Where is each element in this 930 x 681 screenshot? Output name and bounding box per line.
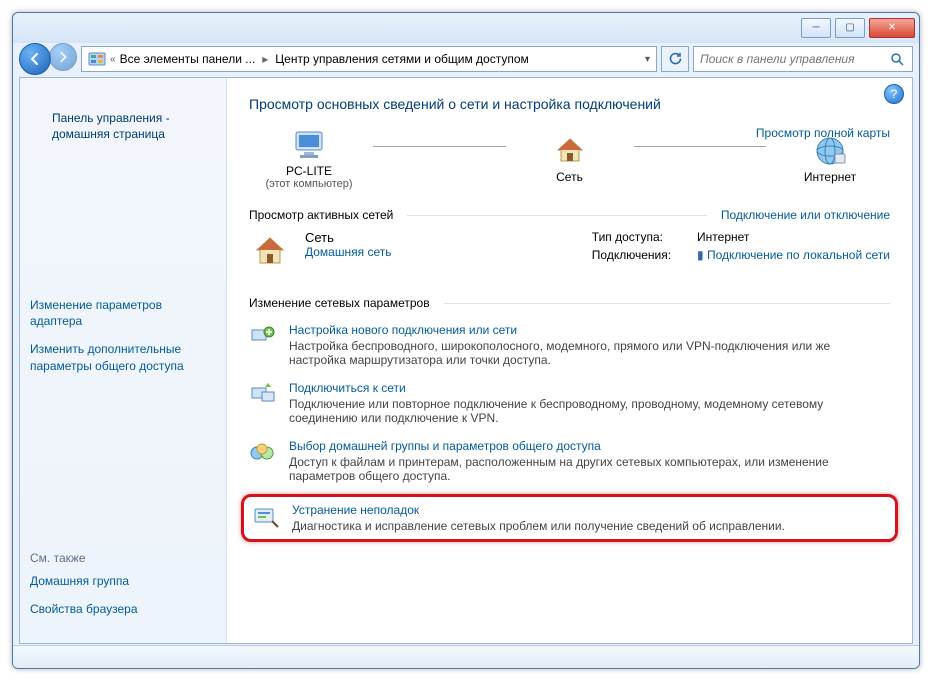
sidebar-seealso-browser[interactable]: Свойства браузера <box>30 601 216 617</box>
titlebar: ─ ▢ ✕ <box>13 13 919 43</box>
access-type-value: Интернет <box>697 230 890 244</box>
task-title[interactable]: Настройка нового подключения или сети <box>289 323 890 337</box>
search-input[interactable] <box>694 52 890 66</box>
task-troubleshoot[interactable]: Устранение неполадок Диагностика и испра… <box>241 494 898 542</box>
troubleshoot-icon <box>252 503 280 531</box>
map-line-2 <box>634 146 767 147</box>
divider <box>407 215 707 216</box>
map-node1-sub: (этот компьютер) <box>265 178 352 190</box>
active-network-name: Сеть Домашняя сеть <box>305 230 391 272</box>
task-desc: Диагностика и исправление сетевых пробле… <box>292 519 785 533</box>
task-desc: Настройка беспроводного, широкополосного… <box>289 339 890 367</box>
sidebar: Панель управления - домашняя страница Из… <box>20 78 227 643</box>
task-connect-network[interactable]: Подключиться к сети Подключение или повт… <box>249 374 890 432</box>
window: ─ ▢ ✕ « Все элементы панели ... ▸ Центр … <box>12 12 920 669</box>
task-desc: Доступ к файлам и принтерам, расположенн… <box>289 455 890 483</box>
forward-button[interactable] <box>49 43 77 71</box>
map-node-network: Сеть <box>510 132 630 184</box>
breadcrumb-level-2[interactable]: Центр управления сетями и общим доступом <box>275 52 529 66</box>
refresh-button[interactable] <box>661 46 689 72</box>
search-box[interactable] <box>693 46 913 72</box>
network-type-link[interactable]: Домашняя сеть <box>305 245 391 259</box>
task-title[interactable]: Выбор домашней группы и параметров общег… <box>289 439 890 453</box>
network-map: PC-LITE (этот компьютер) Сеть Интернет <box>249 126 890 190</box>
setup-connection-icon <box>249 323 277 351</box>
network-name-label: Сеть <box>305 230 391 245</box>
sidebar-seealso-homegroup[interactable]: Домашняя группа <box>30 573 216 589</box>
breadcrumb-level-1[interactable]: Все элементы панели ... <box>120 52 256 66</box>
close-button[interactable]: ✕ <box>869 18 915 38</box>
computer-icon <box>290 126 328 164</box>
home-network-icon <box>249 230 291 272</box>
chevrons-icon: « <box>110 54 116 65</box>
connect-disconnect-link[interactable]: Подключение или отключение <box>721 208 890 222</box>
see-also-heading: См. также <box>30 551 216 565</box>
map-node1-label: PC-LITE <box>286 164 332 178</box>
full-map-link[interactable]: Просмотр полной карты <box>756 126 890 140</box>
local-connection-link[interactable]: Подключение по локальной сети <box>707 248 890 262</box>
search-icon[interactable] <box>890 52 912 66</box>
breadcrumb[interactable]: « Все элементы панели ... ▸ Центр управл… <box>82 47 535 71</box>
task-homegroup[interactable]: Выбор домашней группы и параметров общег… <box>249 432 890 490</box>
task-title[interactable]: Подключиться к сети <box>289 381 890 395</box>
back-button[interactable] <box>19 43 51 75</box>
map-node3-label: Интернет <box>804 170 856 184</box>
connect-network-icon <box>249 381 277 409</box>
window-controls: ─ ▢ ✕ <box>801 18 917 38</box>
connection-value: ▮ Подключение по локальной сети <box>697 248 890 262</box>
content-body: Панель управления - домашняя страница Из… <box>19 77 913 644</box>
sidebar-link-sharing[interactable]: Изменить дополнительные параметры общего… <box>30 341 216 373</box>
house-network-icon <box>551 132 589 170</box>
chevron-right-icon: ▸ <box>262 52 268 66</box>
address-bar: « Все элементы панели ... ▸ Центр управл… <box>19 43 913 75</box>
nav-buttons <box>19 43 77 75</box>
control-panel-icon <box>88 50 106 68</box>
task-title[interactable]: Устранение неполадок <box>292 503 785 517</box>
chevron-down-icon[interactable]: ▾ <box>639 54 656 65</box>
active-heading: Просмотр активных сетей <box>249 208 393 222</box>
active-network-details: Тип доступа: Подключения: Интернет ▮ Под… <box>592 230 890 272</box>
divider <box>444 303 890 304</box>
active-network-row: Сеть Домашняя сеть Тип доступа: Подключе… <box>249 228 890 278</box>
homegroup-icon <box>249 439 277 467</box>
change-settings-section: Изменение сетевых параметров Настройка н… <box>249 296 890 542</box>
status-bar <box>13 645 919 668</box>
connections-label: Подключения: <box>592 248 671 262</box>
task-new-connection[interactable]: Настройка нового подключения или сети На… <box>249 316 890 374</box>
main-pane: ? Просмотр основных сведений о сети и на… <box>227 78 912 643</box>
task-desc: Подключение или повторное подключение к … <box>289 397 890 425</box>
minimize-button[interactable]: ─ <box>801 18 831 38</box>
sidebar-home-link[interactable]: Панель управления - домашняя страница <box>30 92 216 285</box>
nic-icon: ▮ <box>697 248 704 262</box>
help-icon[interactable]: ? <box>884 84 904 104</box>
breadcrumb-bar[interactable]: « Все элементы панели ... ▸ Центр управл… <box>81 46 657 72</box>
maximize-button[interactable]: ▢ <box>835 18 865 38</box>
map-line-1 <box>373 146 506 147</box>
change-heading: Изменение сетевых параметров <box>249 296 430 310</box>
access-type-label: Тип доступа: <box>592 230 671 244</box>
map-node2-label: Сеть <box>556 170 583 184</box>
sidebar-link-adapter[interactable]: Изменение параметров адаптера <box>30 297 216 329</box>
active-networks-section: Просмотр активных сетей Подключение или … <box>249 208 890 278</box>
map-node-this-pc: PC-LITE (этот компьютер) <box>249 126 369 190</box>
page-title: Просмотр основных сведений о сети и наст… <box>249 96 890 112</box>
